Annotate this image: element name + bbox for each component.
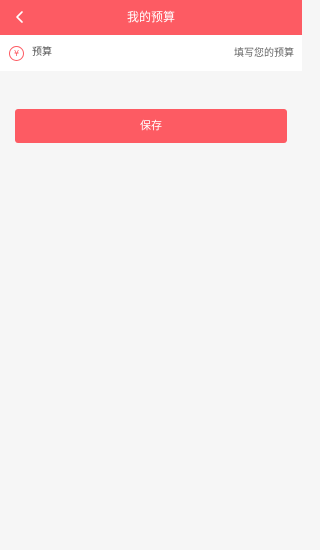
- save-button[interactable]: 保存: [15, 109, 287, 143]
- yen-icon: ¥: [9, 46, 24, 61]
- budget-input[interactable]: [144, 43, 294, 63]
- top-bar: 我的预算: [0, 0, 302, 35]
- budget-screen: 我的预算 ¥ 预算 保存: [0, 0, 302, 550]
- budget-label: 预算: [32, 47, 52, 58]
- budget-row[interactable]: ¥ 预算: [0, 35, 302, 71]
- page-title: 我的预算: [126, 10, 175, 24]
